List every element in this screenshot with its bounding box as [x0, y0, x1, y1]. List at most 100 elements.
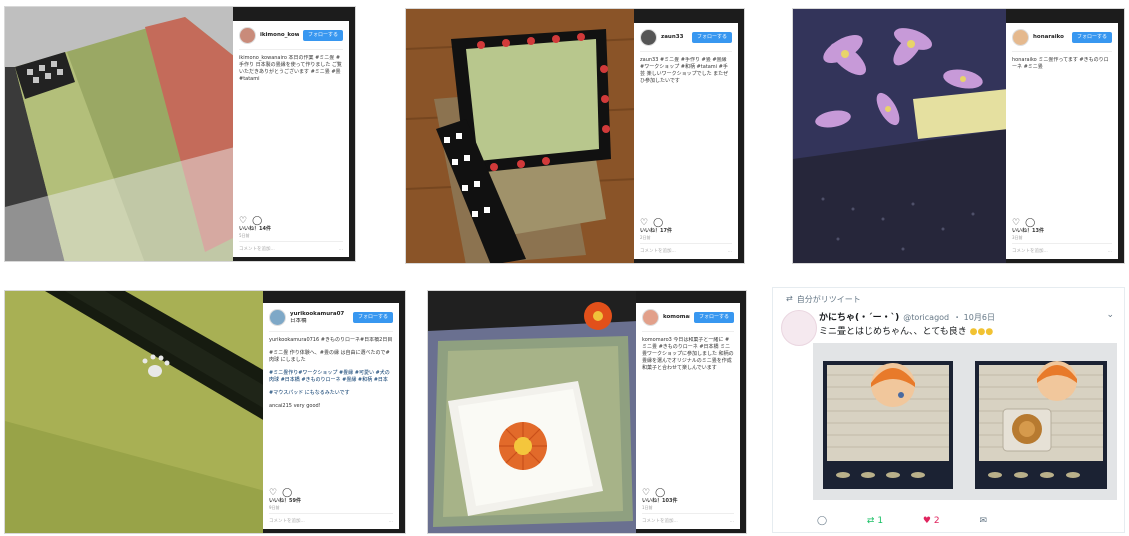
display-name[interactable]: かにちゃ(・´ー・`): [819, 310, 899, 323]
comment-placeholder: コメントを追加...: [1012, 249, 1048, 254]
username[interactable]: komomaro3: [663, 314, 690, 321]
follow-button[interactable]: フォローする: [693, 312, 734, 323]
more-icon[interactable]: ...: [728, 248, 732, 255]
post-caption: ikimono_kowanairo 本日の作業 #ミニ畳 #手作り 日本製の畳縁…: [239, 55, 342, 82]
heart-icon[interactable]: ♡: [640, 219, 648, 228]
post-header: honaraiko フォローする: [1012, 29, 1112, 52]
reply-icon: ◯: [817, 516, 828, 526]
comment-icon[interactable]: ◯: [282, 489, 292, 498]
avatar[interactable]: [1012, 29, 1029, 46]
comment-icon[interactable]: ◯: [252, 217, 262, 226]
username-block: yurikookamura07 日本橋: [290, 311, 344, 325]
tweet-header: かにちゃ(・´ー・`) @toricagod ・ 10月6日: [819, 310, 995, 323]
post-date: 1日前: [642, 505, 653, 510]
instagram-post-5: komomaro3 フォローする komomaro3 今日は和菓子と一緒に #ミ…: [427, 290, 747, 534]
comment-icon[interactable]: ◯: [653, 219, 663, 228]
avatar[interactable]: [781, 310, 817, 346]
tweet-date[interactable]: ・ 10月6日: [953, 312, 995, 323]
post-photo[interactable]: [793, 9, 1006, 263]
follow-button[interactable]: フォローする: [1071, 32, 1112, 43]
comment-input[interactable]: コメントを追加... ...: [642, 513, 734, 525]
instagram-post-3: honaraiko フォローする honaraiko ミニ畳作ってます #きもの…: [792, 8, 1125, 264]
post-photo[interactable]: [5, 291, 263, 533]
post-header: komomaro3 フォローする: [642, 309, 734, 332]
heart-icon: ♥: [922, 516, 931, 526]
tatami-photo: [406, 9, 634, 263]
more-icon[interactable]: ...: [1108, 248, 1112, 255]
heart-icon[interactable]: ♡: [269, 489, 277, 498]
post-caption: komomaro3 今日は和菓子と一緒に #ミニ畳 #きものりローネ #日本橋 …: [642, 337, 734, 371]
comment-input[interactable]: コメントを追加... ...: [640, 243, 732, 255]
post-header: yurikookamura07 日本橋 フォローする: [269, 309, 393, 332]
like-button[interactable]: ♥ 2: [923, 516, 940, 526]
comment-placeholder: コメントを追加...: [239, 247, 275, 252]
reply-button[interactable]: ◯: [817, 516, 827, 526]
tatami-photo: [5, 7, 233, 261]
caption-line: #マウスパッド にもなるみたいです: [269, 390, 350, 396]
post-side-panel: zaun33 フォローする zaun33 #ミニ畳 #手作り #畳 #畳縁 #ワ…: [634, 23, 738, 259]
follow-button[interactable]: フォローする: [352, 312, 393, 323]
avatar[interactable]: [642, 309, 659, 326]
heart-icon[interactable]: ♡: [1012, 219, 1020, 228]
retweet-icon: ⇄: [786, 294, 793, 303]
post-photo[interactable]: [428, 291, 636, 533]
username[interactable]: ikimono_kowanairo: [260, 32, 299, 39]
post-header: ikimono_kowanairo フォローする: [239, 27, 343, 50]
post-side-panel: honaraiko フォローする honaraiko ミニ畳作ってます #きもの…: [1006, 23, 1118, 259]
heart-icon[interactable]: ♡: [239, 217, 247, 226]
location[interactable]: 日本橋: [290, 318, 344, 325]
comment-input[interactable]: コメントを追加... ...: [239, 241, 343, 253]
clap-emoji-icon: ●●●: [969, 327, 994, 337]
comment-icon[interactable]: ◯: [655, 489, 665, 498]
tweet-card[interactable]: ⇄ 自分がリツイート かにちゃ(・´ー・`) @toricagod ・ 10月6…: [772, 287, 1125, 533]
retweet-button[interactable]: ⇄ 1: [867, 516, 883, 526]
comment-placeholder: コメントを追加...: [640, 249, 676, 254]
caption-line: #ミニ畳作り#ワークショップ #畳縁 #可愛い #犬の肉球 #日本橋 #きものり…: [269, 370, 390, 383]
handle[interactable]: @toricagod: [903, 313, 949, 322]
post-actions: ♡ ◯: [239, 217, 262, 226]
username[interactable]: yurikookamura07: [290, 311, 344, 318]
comment-input[interactable]: コメントを追加... ...: [269, 513, 393, 525]
more-icon[interactable]: ...: [389, 518, 393, 525]
chevron-down-icon[interactable]: ⌄: [1106, 310, 1114, 320]
post-photo[interactable]: [5, 7, 233, 261]
message-button[interactable]: ✉: [979, 516, 987, 526]
username[interactable]: honaraiko: [1033, 34, 1064, 41]
heart-icon[interactable]: ♡: [642, 489, 650, 498]
tatami-doll-photo: [813, 343, 1117, 500]
post-side-panel: komomaro3 フォローする komomaro3 今日は和菓子と一緒に #ミ…: [636, 303, 740, 529]
post-actions: ♡ ◯: [269, 489, 292, 498]
comment-icon[interactable]: ◯: [1025, 219, 1035, 228]
follow-button[interactable]: フォローする: [691, 32, 732, 43]
post-date: 5日前: [239, 233, 250, 238]
retweet-context: ⇄ 自分がリツイート: [786, 294, 861, 305]
tweet-text: ミニ畳とはじめちゃん、、とても良き ●●●: [819, 324, 993, 337]
more-icon[interactable]: ...: [339, 246, 343, 253]
instagram-post-4: yurikookamura07 日本橋 フォローする yurikookamura…: [4, 290, 406, 534]
comment-placeholder: コメントを追加...: [642, 519, 678, 524]
post-caption: yurikookamura0716 #きものりローネ#日本橋2日目 #ミニ畳 作…: [269, 337, 393, 467]
retweet-count: 1: [877, 516, 884, 526]
avatar[interactable]: [239, 27, 256, 44]
comment-line: ancai215 very good!: [269, 403, 321, 409]
retweet-icon: ⇄: [866, 516, 875, 526]
comment-placeholder: コメントを追加...: [269, 519, 305, 524]
post-header: zaun33 フォローする: [640, 29, 732, 52]
retweet-context-label: 自分がリツイート: [796, 295, 861, 304]
post-actions: ♡ ◯: [642, 489, 665, 498]
follow-button[interactable]: フォローする: [302, 30, 343, 41]
tatami-photo: [5, 291, 263, 533]
post-photo[interactable]: [406, 9, 634, 263]
post-caption: honaraiko ミニ畳作ってます #きものりローネ #ミニ畳: [1012, 57, 1109, 70]
wagashi-photo: [428, 291, 636, 533]
envelope-icon: ✉: [979, 516, 987, 526]
username[interactable]: zaun33: [661, 34, 683, 41]
avatar[interactable]: [269, 309, 286, 326]
avatar[interactable]: [640, 29, 657, 46]
tweet-media[interactable]: [813, 343, 1117, 500]
more-icon[interactable]: ...: [730, 518, 734, 525]
comment-input[interactable]: コメントを追加... ...: [1012, 243, 1112, 255]
post-caption: zaun33 #ミニ畳 #手作り #畳 #畳縁 #ワークショップ #和柄 #ta…: [640, 57, 729, 84]
caption-line: yurikookamura0716 #きものりローネ#日本橋2日目: [269, 337, 393, 343]
post-date: 3日前: [1012, 235, 1023, 240]
